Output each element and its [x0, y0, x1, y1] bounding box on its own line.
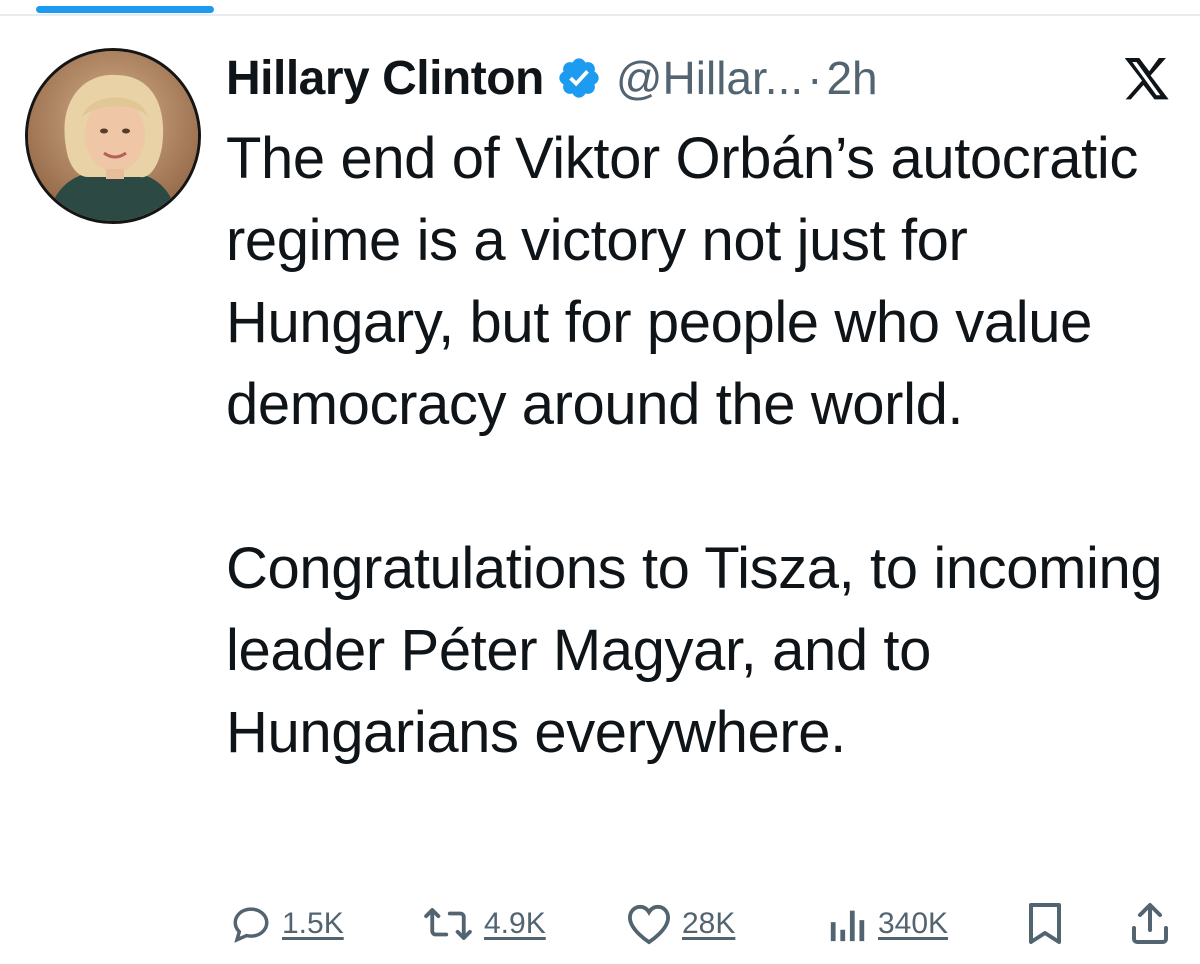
- reply-count: 1.5K: [282, 907, 344, 940]
- author-handle[interactable]: @Hillar...: [616, 51, 803, 105]
- reply-button[interactable]: 1.5K: [230, 896, 344, 952]
- share-button[interactable]: [1130, 896, 1170, 952]
- timestamp[interactable]: 2h: [826, 51, 877, 105]
- action-bar: 1.5K 4.9K 28K 340K: [0, 896, 1200, 952]
- views-chart-icon: [828, 903, 868, 945]
- share-icon: [1130, 902, 1170, 946]
- repost-count: 4.9K: [484, 907, 546, 940]
- repost-icon: [422, 903, 474, 945]
- author-name[interactable]: Hillary Clinton: [226, 51, 544, 106]
- like-button[interactable]: 28K: [626, 896, 735, 952]
- verified-badge-icon: [556, 55, 602, 101]
- top-tab-indicator: [36, 6, 214, 13]
- tweet-text: The end of Viktor Orbán’s autocratic reg…: [226, 126, 1163, 765]
- bookmark-icon: [1027, 902, 1063, 946]
- heart-icon: [626, 903, 672, 945]
- reply-icon: [230, 903, 272, 945]
- separator-dot: ·: [807, 52, 823, 104]
- tweet-screenshot: Hillary Clinton @Hillar... · 2h The end …: [0, 0, 1200, 964]
- bookmark-button[interactable]: [1027, 896, 1063, 952]
- like-count: 28K: [682, 907, 736, 940]
- x-logo-icon: [1124, 58, 1170, 100]
- avatar[interactable]: [25, 48, 201, 224]
- tweet-header: Hillary Clinton @Hillar... · 2h: [226, 44, 878, 112]
- views-button[interactable]: 340K: [828, 896, 948, 952]
- top-divider: [0, 14, 1200, 16]
- views-count: 340K: [878, 907, 949, 940]
- repost-button[interactable]: 4.9K: [422, 896, 546, 952]
- avatar-image: [28, 51, 198, 221]
